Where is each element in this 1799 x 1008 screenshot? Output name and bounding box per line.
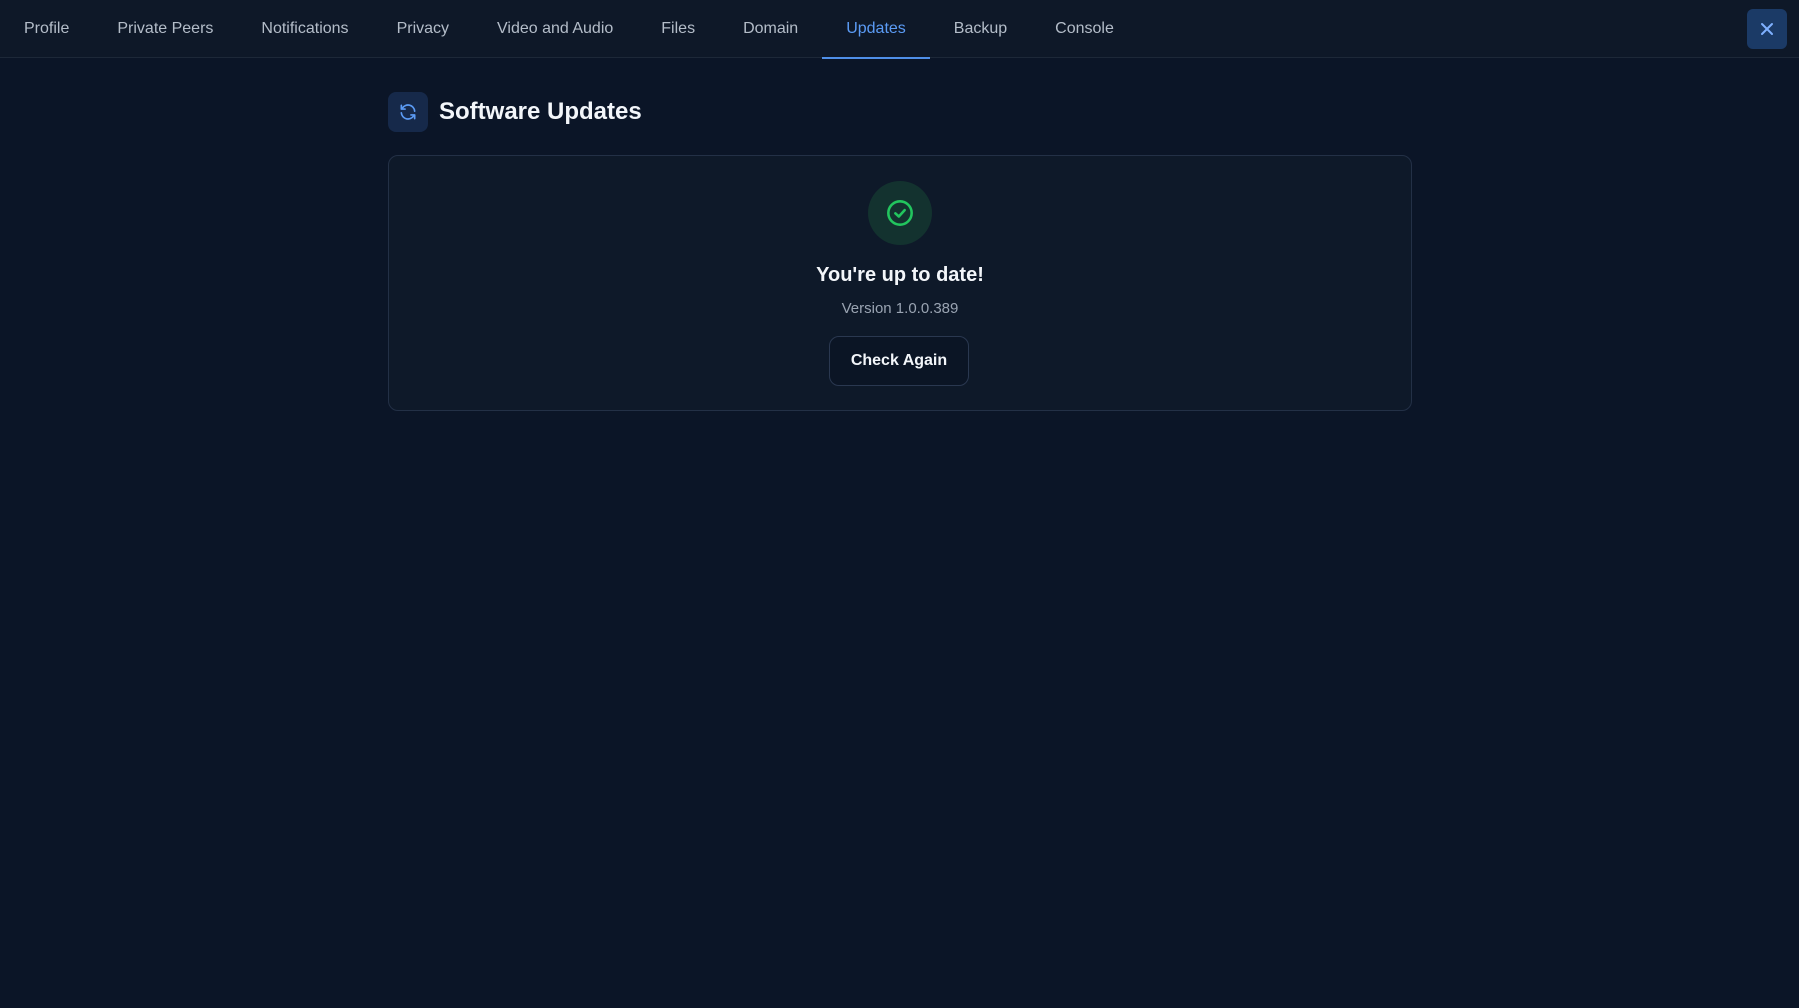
- version-text: Version 1.0.0.389: [841, 300, 959, 317]
- tab-console[interactable]: Console: [1031, 0, 1138, 58]
- refresh-icon: [400, 104, 416, 120]
- header-icon-container: [388, 92, 428, 132]
- status-icon-container: [868, 181, 932, 245]
- close-icon: [1761, 23, 1773, 35]
- tab-updates[interactable]: Updates: [822, 0, 930, 59]
- tab-domain[interactable]: Domain: [719, 0, 822, 58]
- tab-notifications[interactable]: Notifications: [237, 0, 372, 58]
- update-status-card: You're up to date! Version 1.0.0.389 Che…: [388, 155, 1412, 411]
- check-circle-icon: [887, 200, 913, 226]
- tab-backup[interactable]: Backup: [930, 0, 1031, 58]
- tab-private-peers[interactable]: Private Peers: [93, 0, 237, 58]
- top-navigation-bar: Profile Private Peers Notifications Priv…: [0, 0, 1799, 59]
- tab-files[interactable]: Files: [637, 0, 719, 58]
- settings-tabs: Profile Private Peers Notifications Priv…: [0, 0, 1138, 59]
- close-button[interactable]: [1747, 9, 1787, 49]
- check-again-button[interactable]: Check Again: [829, 336, 969, 386]
- tab-profile[interactable]: Profile: [0, 0, 93, 58]
- page-title: Software Updates: [439, 98, 642, 125]
- status-title: You're up to date!: [816, 264, 984, 286]
- page-header: Software Updates: [388, 92, 642, 132]
- tab-privacy[interactable]: Privacy: [373, 0, 473, 58]
- tab-video-and-audio[interactable]: Video and Audio: [473, 0, 637, 58]
